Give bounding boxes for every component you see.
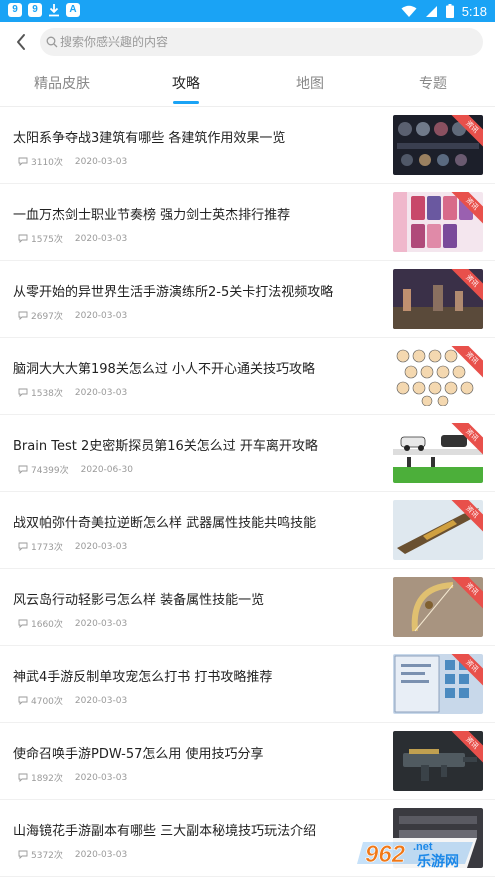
tab-maps[interactable]: 地图 <box>248 62 372 106</box>
article-item[interactable]: 从零开始的异世界生活手游演练所2-5关卡打法视频攻略 2697次 2020-03… <box>0 261 495 338</box>
article-thumbnail: 资讯 <box>393 269 483 329</box>
tab-label: 地图 <box>296 76 324 92</box>
article-title: 战双帕弥什奇美拉逆断怎么样 武器属性技能共鸣技能 <box>13 516 317 531</box>
view-count: 1773次 <box>31 543 63 553</box>
comment-icon <box>18 619 28 628</box>
article-meta: 2697次 2020-03-03 <box>18 309 127 322</box>
comment-icon <box>18 157 28 166</box>
tab-topics[interactable]: 专题 <box>371 62 495 106</box>
status-right: 5:18 <box>401 2 487 20</box>
search-input[interactable]: 搜索你感兴趣的内容 <box>40 28 483 56</box>
article-item[interactable]: 战双帕弥什奇美拉逆断怎么样 武器属性技能共鸣技能 1773次 2020-03-0… <box>0 492 495 569</box>
article-date: 2020-03-03 <box>74 695 128 706</box>
view-count: 1892次 <box>31 774 63 784</box>
app-notification-icon-2: 9 <box>28 3 42 17</box>
article-meta: 1892次 2020-03-03 <box>18 771 127 784</box>
article-title: 山海镜花手游副本有哪些 三大副本秘境技巧玩法介绍 <box>13 824 317 839</box>
view-count: 1538次 <box>31 389 63 399</box>
comment-icon <box>18 773 28 782</box>
active-tab-indicator <box>173 101 199 104</box>
battery-icon <box>445 4 454 18</box>
back-arrow-icon[interactable] <box>10 30 34 54</box>
search-placeholder: 搜索你感兴趣的内容 <box>60 35 169 49</box>
wifi-icon <box>401 5 417 17</box>
article-title: 风云岛行动轻影弓怎么样 装备属性技能一览 <box>13 593 265 608</box>
article-meta: 3110次 2020-03-03 <box>18 155 127 168</box>
article-thumbnail: 资讯 <box>393 654 483 714</box>
a-icon: A <box>66 3 80 17</box>
article-meta: 4700次 2020-03-03 <box>18 694 127 707</box>
watermark-number: 962 <box>365 841 406 868</box>
article-date: 2020-03-03 <box>74 233 128 244</box>
article-thumbnail: 资讯 <box>393 115 483 175</box>
article-thumbnail: 资讯 <box>393 731 483 791</box>
article-title: Brain Test 2史密斯探员第16关怎么过 开车离开攻略 <box>13 439 318 454</box>
comment-icon <box>18 234 28 243</box>
tab-label: 攻略 <box>172 76 200 92</box>
article-thumbnail: 资讯 <box>393 577 483 637</box>
article-item[interactable]: 脑洞大大大第198关怎么过 小人不开心通关技巧攻略 1538次 2020-03-… <box>0 338 495 415</box>
tab-label: 专题 <box>419 76 447 92</box>
article-title: 使命召唤手游PDW-57怎么用 使用技巧分享 <box>13 747 264 762</box>
article-date: 2020-03-03 <box>74 618 128 629</box>
article-date: 2020-06-30 <box>80 464 133 475</box>
article-thumbnail: 资讯 <box>393 423 483 483</box>
signal-icon <box>425 5 437 17</box>
app-notification-icon: 9 <box>8 3 22 17</box>
site-watermark: 962 .net 乐游网 <box>355 830 491 876</box>
watermark-brand: 乐游网 <box>417 853 459 870</box>
tab-skins[interactable]: 精品皮肤 <box>0 62 124 106</box>
article-title: 一血万杰剑士职业节奏榜 强力剑士英杰排行推荐 <box>13 208 291 223</box>
article-item[interactable]: Brain Test 2史密斯探员第16关怎么过 开车离开攻略 74399次 2… <box>0 415 495 492</box>
view-count: 74399次 <box>31 466 69 476</box>
article-meta: 74399次 2020-06-30 <box>18 463 133 476</box>
article-list: 太阳系争夺战3建筑有哪些 各建筑作用效果一览 3110次 2020-03-03 … <box>0 107 495 877</box>
article-item[interactable]: 一血万杰剑士职业节奏榜 强力剑士英杰排行推荐 1575次 2020-03-03 … <box>0 184 495 261</box>
article-thumbnail: 资讯 <box>393 500 483 560</box>
comment-icon <box>18 542 28 551</box>
article-title: 太阳系争夺战3建筑有哪些 各建筑作用效果一览 <box>13 131 286 146</box>
article-item[interactable]: 神武4手游反制单攻宠怎么打书 打书攻略推荐 4700次 2020-03-03 资… <box>0 646 495 723</box>
comment-icon <box>18 696 28 705</box>
article-meta: 1575次 2020-03-03 <box>18 232 127 245</box>
article-meta: 1538次 2020-03-03 <box>18 386 127 399</box>
article-meta: 1660次 2020-03-03 <box>18 617 127 630</box>
article-date: 2020-03-03 <box>74 310 128 321</box>
search-header: 搜索你感兴趣的内容 <box>0 22 495 62</box>
clock: 5:18 <box>461 3 487 19</box>
view-count: 2697次 <box>31 312 63 322</box>
view-count: 5372次 <box>31 851 63 861</box>
comment-icon <box>18 850 28 859</box>
article-meta: 5372次 2020-03-03 <box>18 848 127 861</box>
article-date: 2020-03-03 <box>74 156 128 167</box>
article-date: 2020-03-03 <box>74 387 128 398</box>
status-bar: 9 9 A 5:18 <box>0 0 495 22</box>
comment-icon <box>18 311 28 320</box>
search-icon <box>46 36 58 48</box>
view-count: 4700次 <box>31 697 63 707</box>
article-date: 2020-03-03 <box>74 541 128 552</box>
article-thumbnail: 资讯 <box>393 192 483 252</box>
comment-icon <box>18 388 28 397</box>
article-date: 2020-03-03 <box>74 772 128 783</box>
article-title: 从零开始的异世界生活手游演练所2-5关卡打法视频攻略 <box>13 285 334 300</box>
view-count: 1660次 <box>31 620 63 630</box>
article-item[interactable]: 风云岛行动轻影弓怎么样 装备属性技能一览 1660次 2020-03-03 资讯 <box>0 569 495 646</box>
watermark-suffix: .net <box>413 841 433 853</box>
view-count: 3110次 <box>31 158 63 168</box>
tab-guides[interactable]: 攻略 <box>124 62 248 106</box>
tab-label: 精品皮肤 <box>34 76 90 92</box>
article-title: 神武4手游反制单攻宠怎么打书 打书攻略推荐 <box>13 670 273 685</box>
article-item[interactable]: 使命召唤手游PDW-57怎么用 使用技巧分享 1892次 2020-03-03 … <box>0 723 495 800</box>
category-tabs: 精品皮肤 攻略 地图 专题 <box>0 62 495 107</box>
article-date: 2020-03-03 <box>74 849 128 860</box>
article-item[interactable]: 太阳系争夺战3建筑有哪些 各建筑作用效果一览 3110次 2020-03-03 … <box>0 107 495 184</box>
download-icon <box>49 4 59 17</box>
article-thumbnail: 资讯 <box>393 346 483 406</box>
view-count: 1575次 <box>31 235 63 245</box>
article-title: 脑洞大大大第198关怎么过 小人不开心通关技巧攻略 <box>13 362 315 377</box>
article-meta: 1773次 2020-03-03 <box>18 540 127 553</box>
comment-icon <box>18 465 28 474</box>
status-left-icons: 9 9 A <box>8 3 80 17</box>
